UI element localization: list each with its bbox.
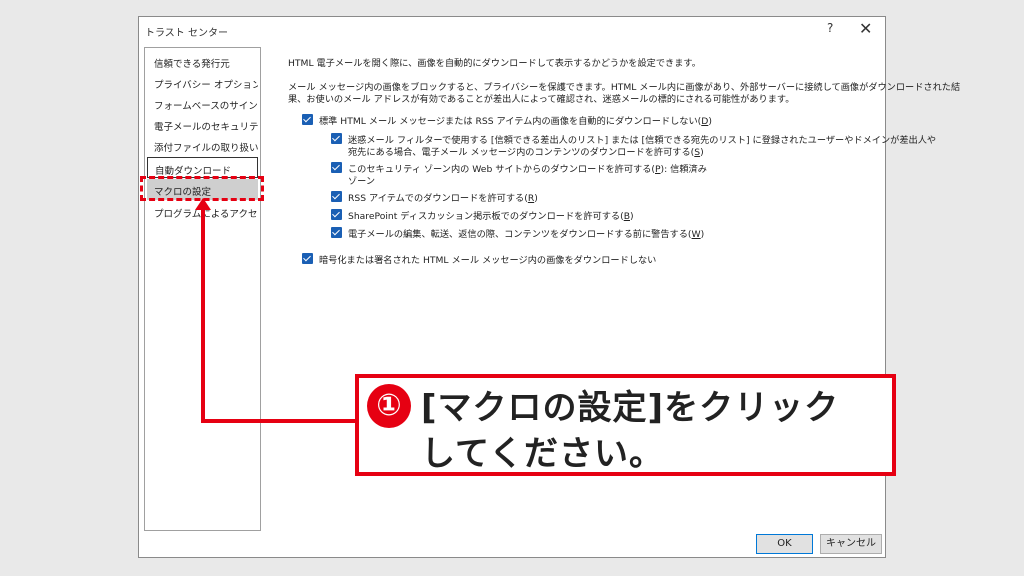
option-rss-label: RSS アイテムでのダウンロードを許可する(R): [348, 193, 538, 204]
description-line-2: 果、お使いのメール アドレスが有効であることが差出人によって確認され、迷惑メール…: [288, 94, 795, 105]
help-button[interactable]: ?: [827, 21, 833, 35]
ok-button[interactable]: OK: [756, 534, 813, 554]
close-icon[interactable]: ✕: [859, 19, 872, 38]
checkbox-sharepoint[interactable]: [331, 209, 342, 220]
sidebar-item-privacy-options[interactable]: プライバシー オプション: [147, 72, 258, 93]
option-block-images-label: 標準 HTML メール メッセージまたは RSS アイテム内の画像を自動的にダウ…: [319, 116, 712, 127]
checkbox-encrypted-images[interactable]: [302, 253, 313, 264]
option-safe-senders-line-2: 宛先にある場合、電子メール メッセージ内のコンテンツのダウンロードを許可する(S…: [348, 147, 704, 158]
option-security-zone-line-2: ゾーン: [348, 176, 376, 187]
sidebar-item-email-security[interactable]: 電子メールのセキュリティ: [147, 114, 258, 135]
checkbox-security-zone[interactable]: [331, 162, 342, 173]
sidebar-item-automatic-download[interactable]: 自動ダウンロード: [147, 157, 258, 178]
sidebar-item-attachment-handling[interactable]: 添付ファイルの取り扱い: [147, 135, 258, 156]
step-number-badge: ①: [367, 384, 411, 428]
title-bar: トラスト センター ? ✕: [139, 17, 885, 45]
instruction-line-1: [マクロの設定]をクリック: [421, 388, 840, 428]
instruction-line-2: してください。: [421, 434, 664, 474]
option-warn-label: 電子メールの編集、転送、返信の際、コンテンツをダウンロードする前に警告する(W): [348, 229, 705, 240]
sidebar-item-form-based-signin[interactable]: フォームベースのサインイン: [147, 93, 258, 114]
cancel-button[interactable]: キャンセル: [820, 534, 882, 554]
checkbox-block-images[interactable]: [302, 114, 313, 125]
dialog-title: トラスト センター: [145, 28, 228, 39]
option-sharepoint-label: SharePoint ディスカッション掲示板でのダウンロードを許可する(B): [348, 211, 634, 222]
instruction-callout: ① [マクロの設定]をクリック してください。: [355, 374, 896, 476]
sidebar-item-trusted-publishers[interactable]: 信頼できる発行元: [147, 51, 258, 72]
checkbox-warn-before-download[interactable]: [331, 227, 342, 238]
trust-center-dialog: トラスト センター ? ✕ 信頼できる発行元 プライバシー オプション フォーム…: [138, 16, 960, 558]
intro-text: HTML 電子メールを開く際に、画像を自動的にダウンロードして表示するかどうかを…: [288, 58, 701, 69]
pointer-line-vertical: [201, 201, 205, 423]
pointer-line-horizontal: [201, 419, 357, 423]
option-security-zone-line-1: このセキュリティ ゾーン内の Web サイトからのダウンロードを許可する(P):…: [348, 164, 707, 175]
checkbox-rss[interactable]: [331, 191, 342, 202]
checkbox-safe-senders[interactable]: [331, 133, 342, 144]
option-encrypted-label: 暗号化または署名された HTML メール メッセージ内の画像をダウンロードしない: [319, 255, 657, 266]
